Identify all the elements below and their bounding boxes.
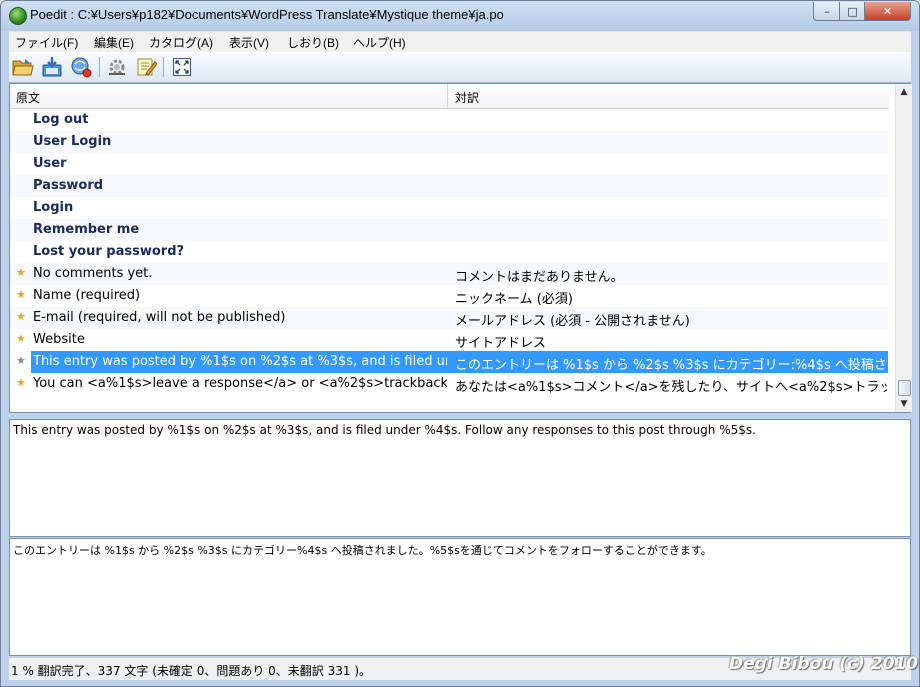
menu-view[interactable]: 表示(V) (229, 34, 269, 51)
column-divider[interactable] (447, 84, 448, 108)
poedit-window: Poedit : C:¥Users¥p182¥Documents¥WordPre… (0, 0, 920, 687)
row-translation: ニックネーム (必須) (455, 292, 573, 307)
source-text: This entry was posted by %1$s on %2$s at… (13, 423, 756, 437)
validate-icon (109, 59, 125, 75)
poedit-app-icon (9, 7, 27, 25)
table-row[interactable]: ★ Website サイトアドレス (10, 329, 888, 351)
menu-file[interactable]: ファイル(F) (15, 34, 78, 51)
table-row[interactable]: ★ You can <a%1$s>leave a response</a> or… (10, 373, 888, 395)
maximize-button[interactable]: □ (839, 2, 866, 21)
validate-button[interactable] (105, 55, 129, 79)
row-translation: コメントはまだありません。 (455, 270, 624, 285)
row-translation: メールアドレス (必須 - 公開されません) (455, 314, 690, 329)
update-catalog-button[interactable] (69, 55, 93, 79)
comment-button[interactable] (134, 55, 158, 79)
scroll-down-arrow-icon[interactable]: ▼ (896, 396, 912, 412)
star-icon: ★ (16, 376, 26, 389)
minimize-button[interactable]: – (813, 2, 841, 21)
toolbar-separator (163, 57, 164, 77)
menu-help[interactable]: ヘルプ(H) (353, 34, 406, 51)
toolbar-separator (99, 57, 100, 77)
watermark: Degi Bibou (c) 2010 (729, 654, 919, 674)
star-icon: ★ (16, 288, 26, 301)
row-translation: サイトアドレス (455, 336, 547, 351)
table-row[interactable]: Lost your password? (10, 241, 888, 263)
table-row[interactable]: ★ Name (required) ニックネーム (必須) (10, 285, 888, 307)
save-button[interactable] (40, 55, 64, 79)
row-translation: このエントリーは %1$s から %2$s %3$s にカテゴリー:%4$s へ… (455, 358, 887, 373)
toolbar (9, 52, 911, 83)
window-title: Poedit : C:¥Users¥p182¥Documents¥WordPre… (30, 7, 504, 22)
source-text-pane[interactable]: This entry was posted by %1$s on %2$s at… (9, 419, 911, 537)
fullscreen-icon (173, 58, 191, 76)
row-translation: あなたは<a%1$s>コメント</a>を残したり、サイトへ<a%2$s>トラック… (455, 380, 887, 395)
list-scrollbar[interactable]: ▲ ▼ (895, 84, 912, 412)
row-source: No comments yet. (33, 266, 153, 281)
column-header-translation[interactable]: 対訳 (455, 89, 479, 106)
table-row[interactable]: User (10, 153, 888, 175)
star-icon: ★ (16, 354, 26, 367)
star-icon: ★ (16, 310, 26, 323)
table-row[interactable]: Password (10, 175, 888, 197)
table-row[interactable]: Remember me (10, 219, 888, 241)
row-source: Login (33, 200, 74, 215)
row-source: User (33, 156, 67, 171)
translation-list[interactable]: 原文 対訳 Log out User Login User Password L… (9, 83, 912, 413)
star-icon: ★ (16, 332, 26, 345)
row-source: This entry was posted by %1$s on %2$s at… (33, 354, 447, 369)
scroll-up-arrow-icon[interactable]: ▲ (896, 84, 912, 100)
row-source: Website (33, 332, 85, 347)
list-header: 原文 対訳 (10, 84, 889, 109)
menu-bar: ファイル(F) 編集(E) カタログ(A) 表示(V) しおり(B) ヘルプ(H… (9, 31, 911, 52)
translation-text[interactable]: このエントリーは %1$s から %2$s %3$s にカテゴリー%4$s へ投… (13, 542, 712, 558)
minimize-icon: – (824, 4, 830, 18)
maximize-icon: □ (847, 4, 858, 18)
title-bar[interactable]: Poedit : C:¥Users¥p182¥Documents¥WordPre… (1, 1, 919, 31)
close-icon: ✕ (882, 4, 893, 18)
table-row-selected[interactable]: ★ This entry was posted by %1$s on %2$s … (10, 351, 888, 373)
table-row[interactable]: Log out (10, 109, 888, 131)
open-folder-icon (12, 59, 34, 76)
row-source: Remember me (33, 222, 140, 237)
status-text: 1 % 翻訳完了、337 文字 (未確定 0、問題あり 0、未翻訳 331 )。 (11, 664, 371, 678)
menu-bookmarks[interactable]: しおり(B) (287, 34, 339, 51)
table-row[interactable]: ★ No comments yet. コメントはまだありません。 (10, 263, 888, 285)
star-icon: ★ (16, 266, 26, 279)
open-button[interactable] (11, 55, 35, 79)
table-row[interactable]: User Login (10, 131, 888, 153)
close-button[interactable]: ✕ (864, 2, 911, 21)
row-source: You can <a%1$s>leave a response</a> or <… (33, 376, 447, 391)
row-source: Lost your password? (33, 244, 185, 259)
row-source: Log out (33, 112, 89, 127)
row-source: User Login (33, 134, 112, 149)
table-row[interactable]: ★ E-mail (required, will not be publishe… (10, 307, 888, 329)
table-row[interactable]: Login (10, 197, 888, 219)
translation-text-pane[interactable]: このエントリーは %1$s から %2$s %3$s にカテゴリー%4$s へ投… (9, 538, 911, 656)
menu-edit[interactable]: 編集(E) (94, 34, 134, 51)
comment-icon (137, 58, 157, 76)
row-source: Name (required) (33, 288, 141, 303)
update-catalog-icon (71, 57, 92, 78)
menu-catalog[interactable]: カタログ(A) (149, 34, 213, 51)
row-source: Password (33, 178, 104, 193)
scroll-thumb[interactable] (898, 380, 911, 396)
column-header-source[interactable]: 原文 (16, 89, 40, 106)
row-source: E-mail (required, will not be published) (33, 310, 286, 325)
fullscreen-button[interactable] (170, 55, 194, 79)
save-icon (42, 57, 62, 77)
